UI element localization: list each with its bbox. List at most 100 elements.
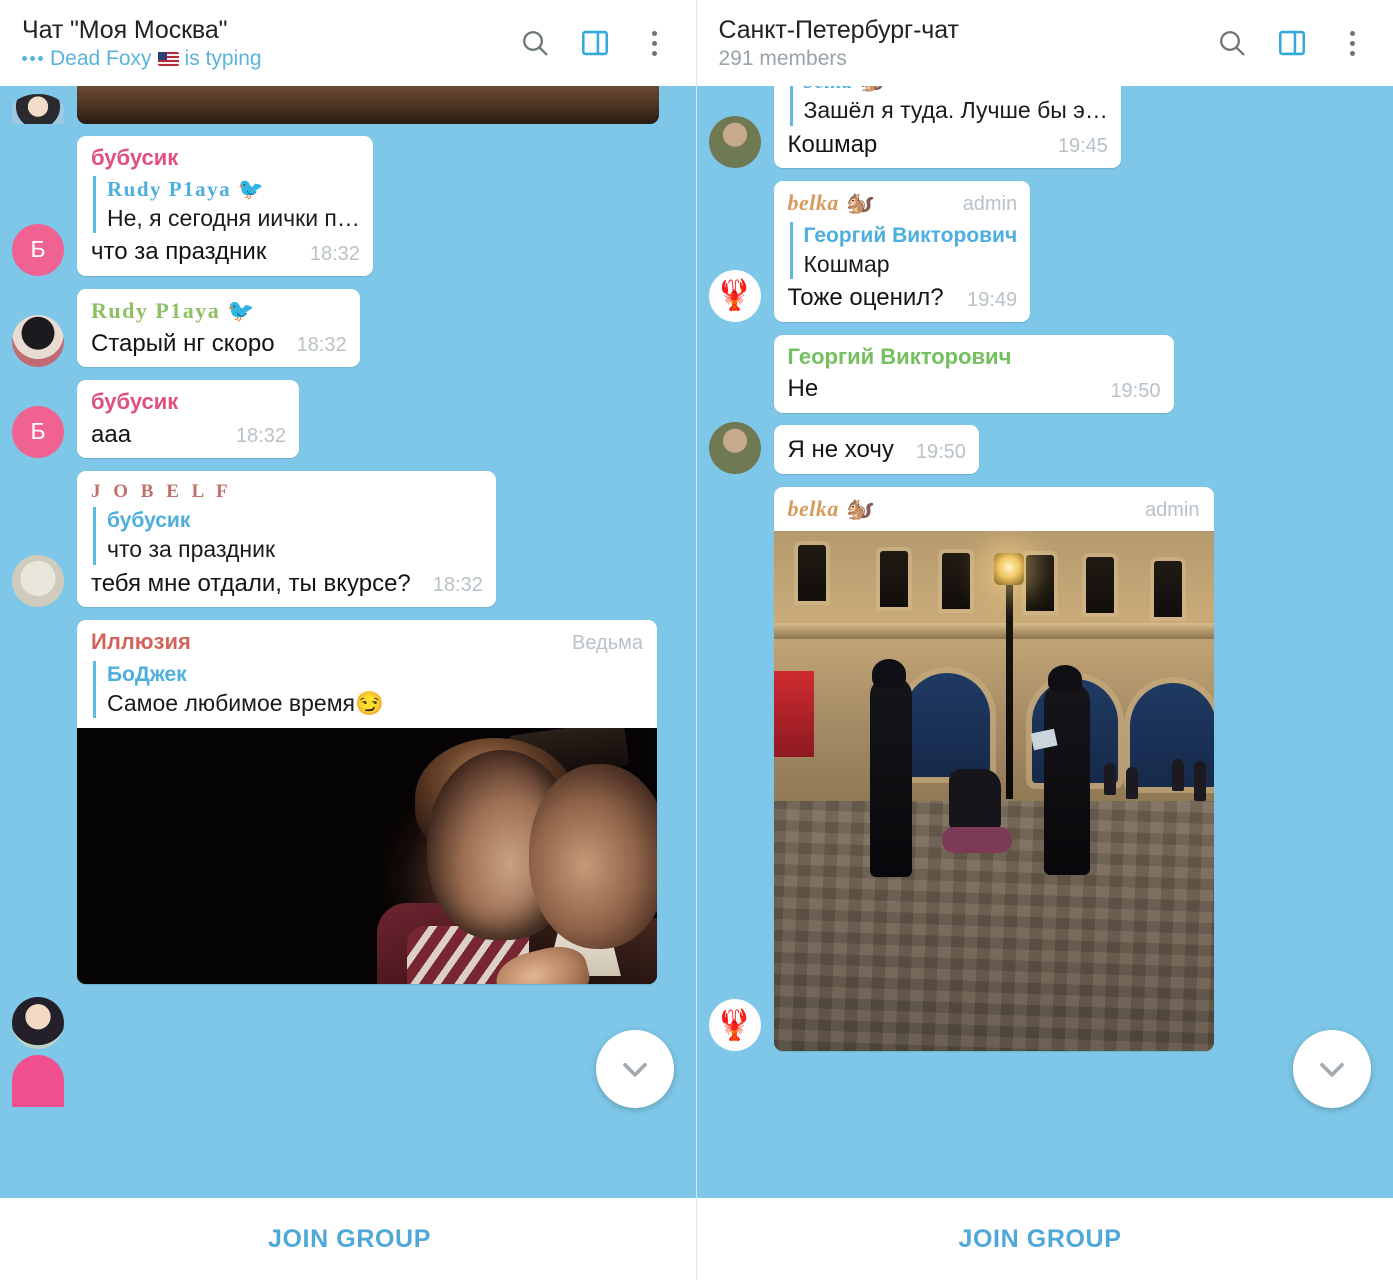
message-row: Б бубусик Rudy P1aya 🐦 Не, я сегодня иич… [0,136,696,276]
us-flag-icon [157,51,179,66]
message-time: 18:32 [432,573,483,596]
quoted-message[interactable]: Георгий Викторович Кошмар [789,221,1018,280]
message-sender-row: belka 🐿️ admin [788,190,1018,218]
chat-header-text-right: Санкт-Петербург-чат 291 members [719,16,1216,70]
split-view-icon[interactable] [1275,26,1309,60]
avatar[interactable] [12,554,64,607]
quoted-text: Не, я сегодня иички п… [107,205,360,232]
squirrel-icon: 🦞 [715,279,754,313]
message-list-right[interactable]: belka 🐿️ Зашёл я туда. Лучше бы э… Кошма… [697,86,1393,1198]
message-row: Б бубусик ааа 18:32 [0,379,696,458]
message-time: 19:50 [1110,379,1161,402]
message-bubble[interactable]: Rudy P1aya 🐦 Старый нг скоро 18:32 [77,288,360,367]
quoted-sender: belka 🐿️ [804,86,1108,95]
quoted-message[interactable]: БоДжек Самое любимое время😏 [93,660,643,719]
message-sender: J O B E L F [91,480,232,502]
quoted-message[interactable]: бубусик что за праздник [93,506,483,565]
message-bubble[interactable]: belka 🐿️ admin Георгий Викторович Кошмар… [773,180,1031,322]
message-bubble[interactable]: бубусик ааа 18:32 [77,379,299,458]
message-photo[interactable] [77,728,657,985]
quoted-message[interactable]: Rudy P1aya 🐦 Не, я сегодня иички п… [93,175,360,234]
message-body: Не 19:50 [788,373,1161,404]
message-badge: admin [1145,498,1200,521]
message-time: 19:49 [967,288,1018,311]
avatar[interactable] [12,1055,64,1108]
chat-header-actions-left [518,26,678,60]
avatar-letter: Б [30,418,46,445]
typing-user-name: Dead Foxy [50,46,152,70]
join-group-button[interactable]: JOIN GROUP [959,1225,1122,1254]
quoted-sender: бубусик [107,508,191,532]
chat-header-actions-right [1215,26,1375,60]
squirrel-icon: 🦞 [715,1008,754,1042]
split-view-icon[interactable] [578,26,612,60]
message-time: 18:32 [309,242,360,265]
scroll-to-bottom-button[interactable] [595,1030,674,1108]
message-text: ааа [91,420,132,448]
quoted-text: Самое любимое время😏 [107,689,384,716]
chat-status-left: Dead Foxy is typing [22,47,518,70]
avatar[interactable] [708,421,761,474]
message-row: 🦞 belka 🐿️ admin Георгий Викторович Кошм… [697,180,1393,322]
message-time: 19:50 [915,440,966,463]
chevron-down-icon [1320,1063,1344,1077]
message-clipped-bottom [0,997,696,1108]
more-vertical-icon[interactable] [638,26,672,60]
message-body: Кошмар 19:45 [788,129,1108,160]
message-list-left[interactable]: Б бубусик Rudy P1aya 🐦 Не, я сегодня иич… [0,86,696,1198]
dual-chat-screenshot: Чат "Моя Москва" Dead Foxy is typing Б б… [0,0,1393,1280]
message-text: Кошмар [787,130,878,158]
quoted-sender: БоДжек [107,662,187,686]
message-body: Я не хочу 19:50 [788,434,966,465]
message-bubble[interactable]: belka 🐿️ admin [773,486,1214,1052]
chat-title-right: Санкт-Петербург-чат [718,15,959,44]
message-badge: Ведьма [572,631,643,654]
avatar[interactable]: 🦞 [708,269,761,322]
message-bubble[interactable]: Иллюзия Ведьма БоДжек Самое любимое врем… [77,619,657,985]
message-bubble[interactable]: belka 🐿️ Зашёл я туда. Лучше бы э… Кошма… [773,86,1121,168]
message-time: 18:32 [296,333,347,356]
message-text: Я не хочу [787,436,894,464]
message-time: 18:32 [235,424,286,447]
message-photo[interactable] [773,531,1214,1052]
message-sender: belka 🐿️ [787,189,873,215]
chat-panel-right: Санкт-Петербург-чат 291 members Зашёл я … [696,0,1393,1280]
message-bubble[interactable]: Я не хочу 19:50 [773,425,979,474]
message-bubble[interactable]: J O B E L F бубусик что за праздник тебя… [77,470,496,607]
message-bubble[interactable]: бубусик Rudy P1aya 🐦 Не, я сегодня иички… [77,136,373,276]
quoted-text: Кошмар [803,250,890,277]
chat-panel-left: Чат "Моя Москва" Dead Foxy is typing Б б… [0,0,697,1280]
search-icon[interactable] [1215,26,1249,60]
avatar[interactable]: Б [12,405,64,458]
avatar[interactable] [12,94,64,124]
message-sender: belka 🐿️ [787,495,873,521]
scroll-to-bottom-button[interactable] [1293,1030,1371,1108]
message-photo-clipped[interactable] [77,86,659,124]
search-icon[interactable] [518,26,552,60]
message-bubble[interactable]: Георгий Викторович Не 19:50 [773,334,1174,413]
join-group-button[interactable]: JOIN GROUP [268,1225,431,1254]
avatar[interactable] [708,115,761,168]
avatar[interactable] [12,997,64,1050]
quoted-text: Зашёл я туда. Лучше бы э… [803,97,1108,124]
join-bar-left: JOIN GROUP [0,1198,696,1280]
typing-dots-icon [22,56,43,61]
message-body: тебя мне отдали, ты вкурсе? 18:32 [91,568,483,599]
message-sender: бубусик [91,388,179,414]
message-row: Георгий Викторович Не 19:50 [697,334,1393,413]
avatar[interactable]: 🦞 [708,999,761,1052]
chat-members-count: 291 members [718,46,847,70]
message-sender: Rudy P1aya 🐦 [91,297,257,323]
quoted-sender: Георгий Викторович [803,223,1018,247]
chat-header-right: Санкт-Петербург-чат 291 members [696,0,1393,86]
avatar[interactable]: Б [12,223,64,276]
message-row: Rudy P1aya 🐦 Старый нг скоро 18:32 [0,288,696,367]
message-sender-row: Иллюзия Ведьма [91,629,643,657]
message-clipped-top [0,86,696,124]
message-text: что за праздник [91,238,267,266]
message-row: Иллюзия Ведьма БоДжек Самое любимое врем… [0,619,696,985]
chat-title-left: Чат "Моя Москва" [22,15,228,44]
avatar[interactable] [12,314,64,367]
more-vertical-icon[interactable] [1335,26,1369,60]
quoted-message[interactable]: belka 🐿️ Зашёл я туда. Лучше бы э… [789,86,1108,126]
